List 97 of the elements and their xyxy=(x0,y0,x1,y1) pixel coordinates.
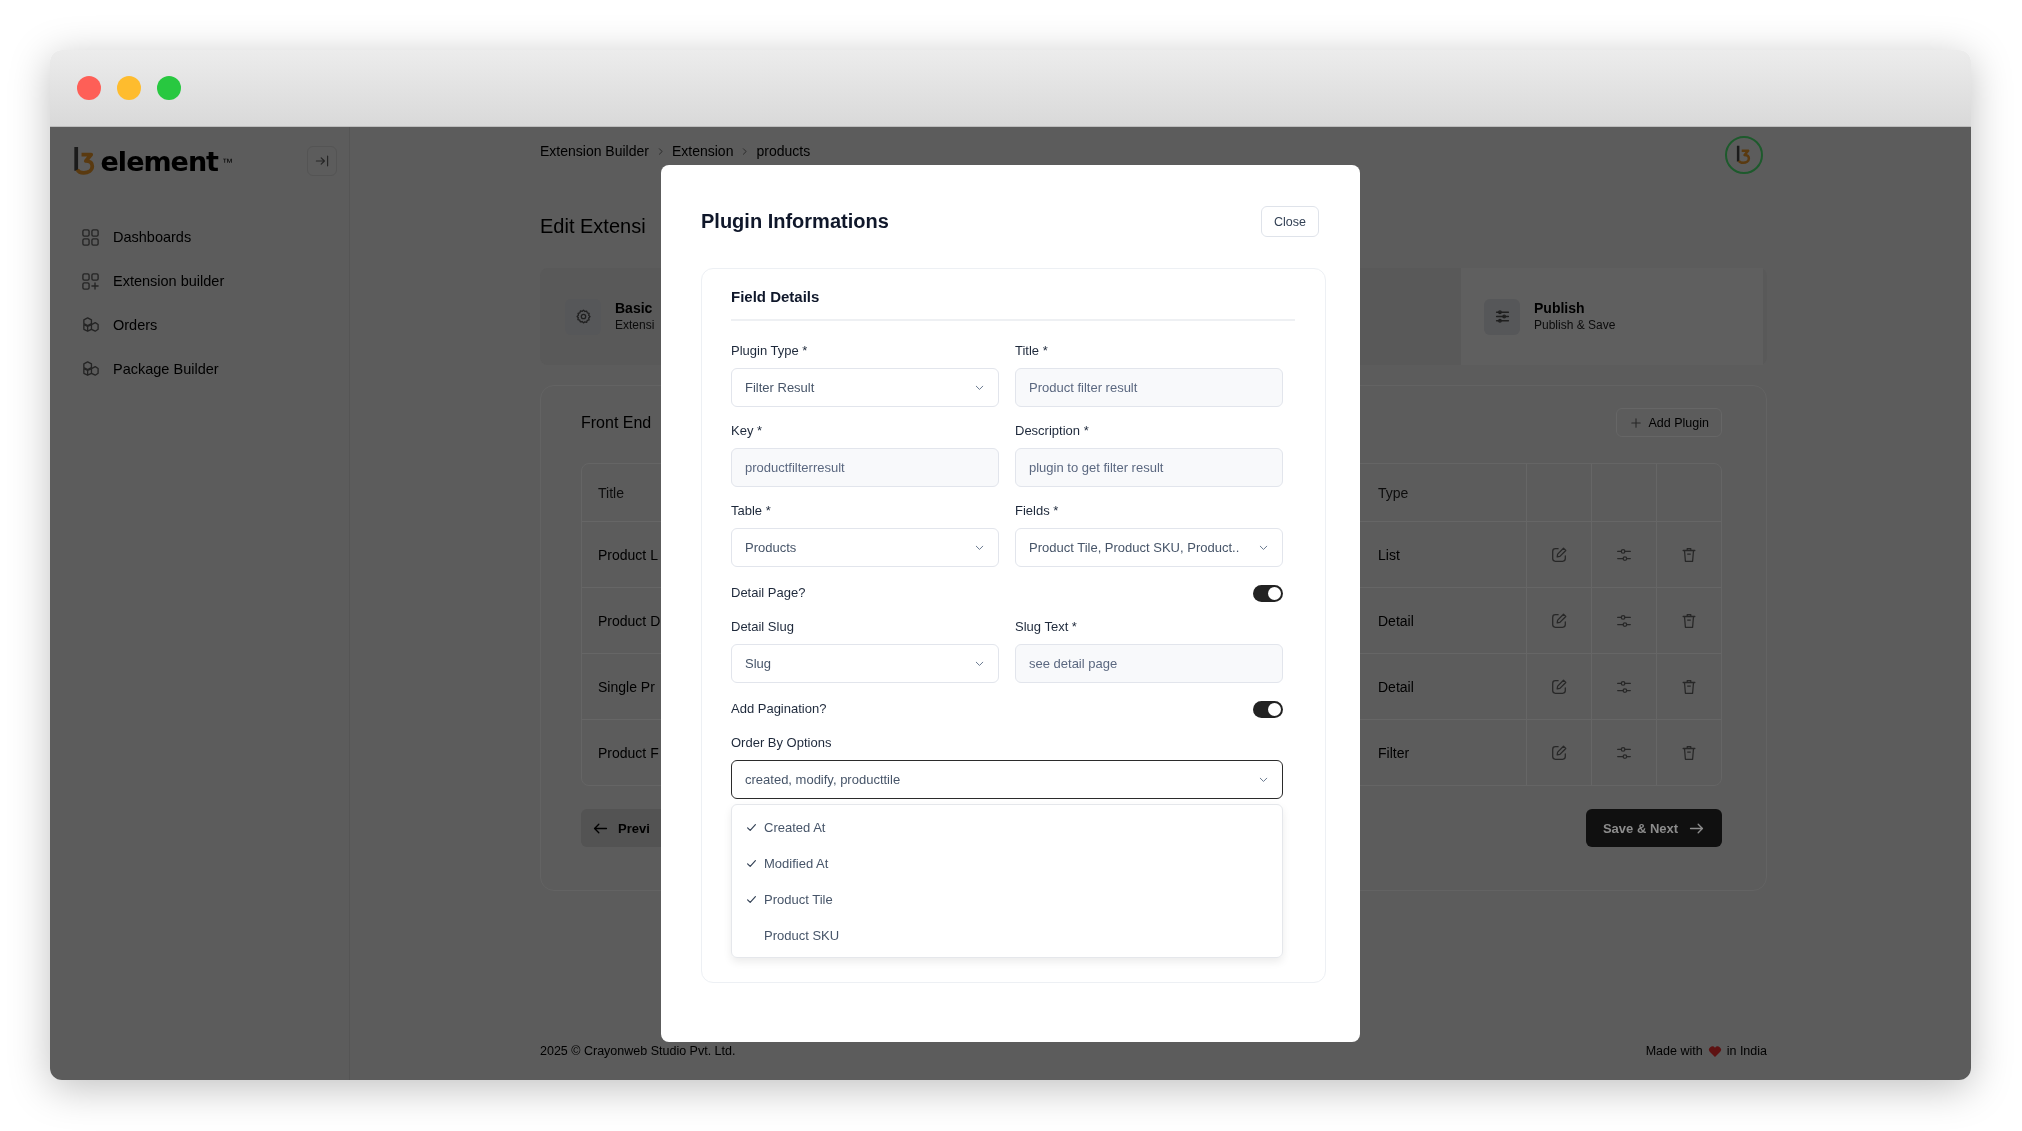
footer-text: Made with xyxy=(1645,1044,1703,1058)
trash-icon xyxy=(1680,743,1698,762)
step-tile[interactable]: Basic Extensi xyxy=(540,268,661,365)
sidebar-item-label: Orders xyxy=(113,317,158,333)
plus-icon xyxy=(1628,415,1643,430)
trash-icon xyxy=(1680,677,1698,696)
grid-plus-icon xyxy=(81,271,100,291)
field-label: Detail Slug xyxy=(731,619,795,635)
step-subtitle: Extensi xyxy=(615,317,655,333)
sidebar-item-label: Package Builder xyxy=(113,361,219,377)
page-title: Edit Extensi xyxy=(540,214,646,239)
table-cell: Filter xyxy=(1362,719,1526,785)
trash-icon xyxy=(1680,611,1698,630)
toggle-switch[interactable] xyxy=(1253,700,1283,718)
select-field[interactable]: Filter Result xyxy=(731,368,999,407)
heart-icon xyxy=(1707,1044,1722,1058)
logo-text: element xyxy=(100,145,218,177)
breadcrumb-link[interactable]: Extension xyxy=(671,143,734,159)
toggle-label: Add Pagination? xyxy=(731,701,827,717)
grid-icon xyxy=(81,227,100,247)
close-window-button[interactable] xyxy=(77,76,101,100)
minimize-window-button[interactable] xyxy=(117,76,141,100)
footer-text: in India xyxy=(1726,1044,1767,1058)
sliders-icon xyxy=(1493,308,1511,325)
table-cell: List xyxy=(1362,521,1526,587)
text-field[interactable]: productfilterresult xyxy=(731,448,999,487)
edit-icon xyxy=(1550,743,1568,762)
select-field[interactable]: Products xyxy=(731,528,999,567)
dropdown-option[interactable]: Product SKU xyxy=(732,917,1282,953)
sidebar-item[interactable]: Orders xyxy=(50,303,349,347)
toggle-switch[interactable] xyxy=(1253,584,1283,602)
delete-button[interactable] xyxy=(1680,677,1698,696)
collapse-icon xyxy=(314,153,330,169)
add-plugin-button[interactable]: Add Plugin xyxy=(1615,408,1722,437)
card-title: Field Details xyxy=(731,288,1295,321)
delete-button[interactable] xyxy=(1680,545,1698,564)
dialog-title: Plugin Informations xyxy=(701,210,889,233)
table-cell: Detail xyxy=(1362,587,1526,653)
edit-icon xyxy=(1550,611,1568,630)
field-label: Slug Text * xyxy=(1015,619,1078,635)
gear-icon xyxy=(574,308,592,325)
field-label: Fields * xyxy=(1015,503,1060,519)
sidebar-item-label: Dashboards xyxy=(113,229,192,245)
option-label: Modified At xyxy=(764,855,829,871)
column-header: Title xyxy=(597,483,625,503)
logo-mark-icon xyxy=(73,146,97,176)
delete-button[interactable] xyxy=(1680,611,1698,630)
close-button[interactable]: Close xyxy=(1261,206,1319,237)
toggle-label: Detail Page? xyxy=(731,585,806,601)
trademark-sign: ™ xyxy=(222,155,233,168)
edit-button[interactable] xyxy=(1550,545,1568,564)
option-label: Created At xyxy=(764,819,826,835)
user-avatar[interactable] xyxy=(1725,136,1763,174)
column-header: Type xyxy=(1377,483,1410,503)
dropdown-option[interactable]: Modified At xyxy=(732,845,1282,881)
text-field[interactable]: Product filter result xyxy=(1015,368,1283,407)
select-field[interactable]: Slug xyxy=(731,644,999,683)
dropdown-option[interactable]: Product Tile xyxy=(732,881,1282,917)
field-label: Key * xyxy=(731,423,764,439)
save-next-button[interactable]: Save & Next xyxy=(1586,809,1722,847)
edit-icon xyxy=(1550,545,1568,564)
collapse-sidebar-button[interactable] xyxy=(307,146,337,176)
step-title: Publish xyxy=(1534,300,1586,317)
field-label: Title * xyxy=(1015,343,1049,359)
select-field[interactable]: Product Tile, Product SKU, Product.. xyxy=(1015,528,1283,567)
text-field[interactable]: see detail page xyxy=(1015,644,1283,683)
section-title: Front End xyxy=(581,413,652,432)
cubes-icon xyxy=(81,315,100,335)
breadcrumb-link[interactable]: products xyxy=(756,143,811,159)
option-label: Product SKU xyxy=(764,927,840,943)
copyright-text: 2025 © Crayonweb Studio Pvt. Ltd. xyxy=(540,1044,736,1058)
sidebar-item[interactable]: Dashboards xyxy=(50,215,349,259)
trash-icon xyxy=(1680,545,1698,564)
step-title: Basic xyxy=(615,300,654,317)
sidebar-item-label: Extension builder xyxy=(113,273,225,289)
dropdown-option[interactable]: Created At xyxy=(732,809,1282,845)
zoom-window-button[interactable] xyxy=(157,76,181,100)
field-label: Table * xyxy=(731,503,772,519)
text-field[interactable]: plugin to get filter result xyxy=(1015,448,1283,487)
edit-icon xyxy=(1550,677,1568,696)
edit-button[interactable] xyxy=(1550,677,1568,696)
sidebar-item[interactable]: Package Builder xyxy=(50,347,349,391)
option-label: Product Tile xyxy=(764,891,833,907)
cubes-icon xyxy=(81,359,100,379)
edit-button[interactable] xyxy=(1550,743,1568,762)
breadcrumb-link[interactable]: Extension Builder xyxy=(540,143,649,159)
avatar-logo-icon xyxy=(1736,145,1752,165)
delete-button[interactable] xyxy=(1680,743,1698,762)
step-subtitle: Publish & Save xyxy=(1534,317,1616,333)
sidebar-item[interactable]: Extension builder xyxy=(50,259,349,303)
table-cell: Detail xyxy=(1362,653,1526,719)
field-label: Order By Options xyxy=(731,735,833,751)
edit-button[interactable] xyxy=(1550,611,1568,630)
field-label: Description * xyxy=(1015,423,1090,439)
step-tile[interactable]: Publish Publish & Save xyxy=(1461,268,1763,365)
field-label: Plugin Type * xyxy=(731,343,809,359)
multi-select-field[interactable]: created, modify, producttile xyxy=(731,760,1283,799)
